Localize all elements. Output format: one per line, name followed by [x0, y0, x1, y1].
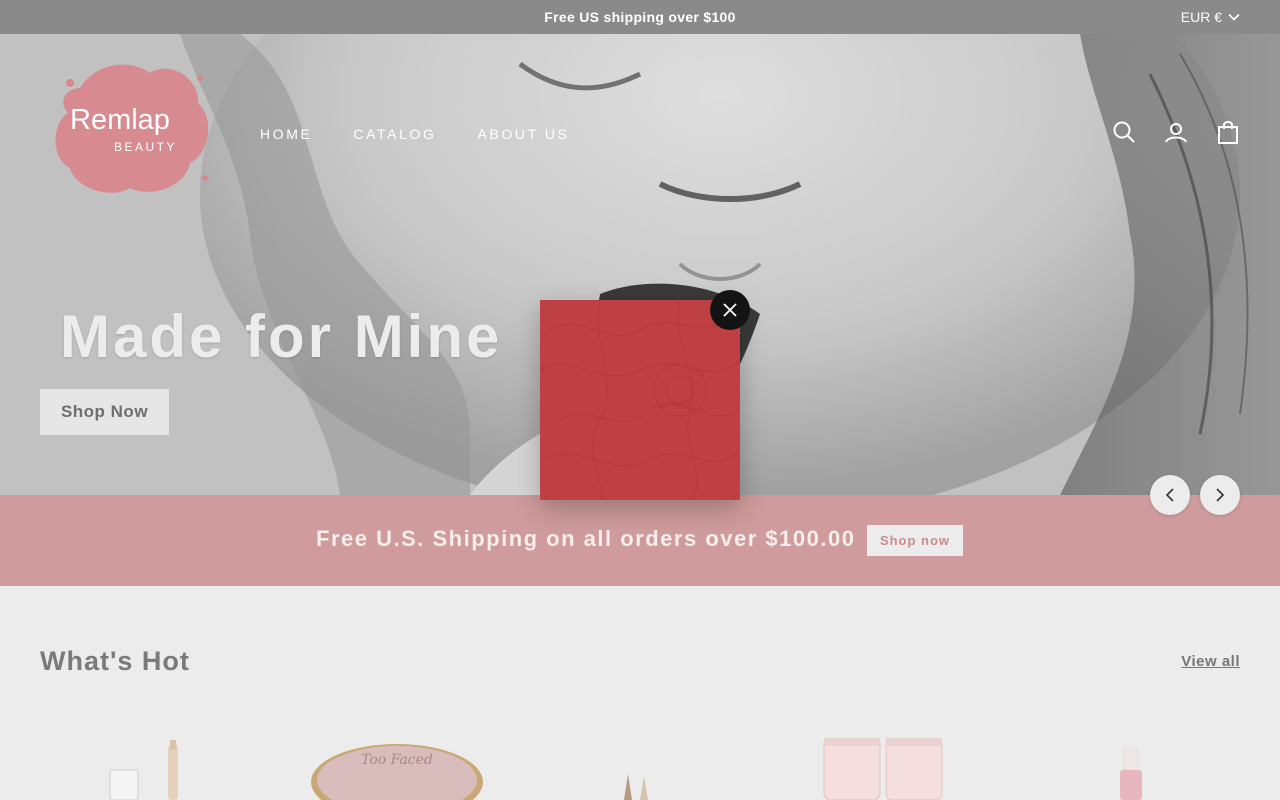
- product-image-tubes[interactable]: [820, 738, 950, 800]
- product-image-nail-polish[interactable]: [1116, 748, 1146, 800]
- logo-subtitle: BEAUTY: [114, 140, 178, 154]
- product-image-concealer[interactable]: [100, 740, 190, 800]
- whats-hot-section: What's Hot View all Too Faced: [0, 586, 1280, 800]
- announcement-text: Free US shipping over $100: [544, 9, 736, 25]
- shipping-promo-text: Free U.S. Shipping on all orders over $1…: [316, 526, 856, 551]
- promo-popup[interactable]: [540, 300, 740, 500]
- shipping-shop-now-button[interactable]: Shop now: [867, 525, 963, 556]
- product-image-pencils[interactable]: [618, 772, 658, 800]
- product-image-compact[interactable]: Too Faced: [308, 742, 486, 800]
- header-actions: [1112, 120, 1240, 144]
- currency-selector[interactable]: EUR €: [1181, 9, 1240, 25]
- slide-next-button[interactable]: [1200, 475, 1240, 515]
- cart-icon[interactable]: [1216, 120, 1240, 144]
- popup-close-button[interactable]: [710, 290, 750, 330]
- main-nav: HOME CATALOG ABOUT US: [260, 126, 570, 142]
- search-icon[interactable]: [1112, 120, 1136, 144]
- nav-about-us[interactable]: ABOUT US: [477, 126, 569, 142]
- account-icon[interactable]: [1164, 120, 1188, 144]
- store-logo[interactable]: Remlap BEAUTY: [50, 58, 212, 198]
- currency-label: EUR €: [1180, 9, 1222, 25]
- chevron-left-icon: [1165, 488, 1174, 502]
- chevron-right-icon: [1216, 488, 1225, 502]
- view-all-link[interactable]: View all: [1181, 653, 1240, 670]
- close-icon: [723, 303, 737, 317]
- logo-name: Remlap: [70, 104, 170, 136]
- popup-pattern: [540, 300, 740, 500]
- slide-prev-button[interactable]: [1150, 475, 1190, 515]
- shipping-promo-band: Free U.S. Shipping on all orders over $1…: [0, 495, 1280, 586]
- hero-title: Made for Mine: [60, 303, 503, 370]
- nav-home[interactable]: HOME: [260, 126, 312, 142]
- nav-catalog[interactable]: CATALOG: [353, 126, 436, 142]
- section-title: What's Hot: [40, 646, 190, 676]
- hero-shop-now-button[interactable]: Shop Now: [40, 389, 169, 435]
- chevron-down-icon: [1228, 13, 1240, 21]
- announcement-bar: Free US shipping over $100 EUR €: [0, 0, 1280, 34]
- svg-text:Too Faced: Too Faced: [361, 752, 433, 768]
